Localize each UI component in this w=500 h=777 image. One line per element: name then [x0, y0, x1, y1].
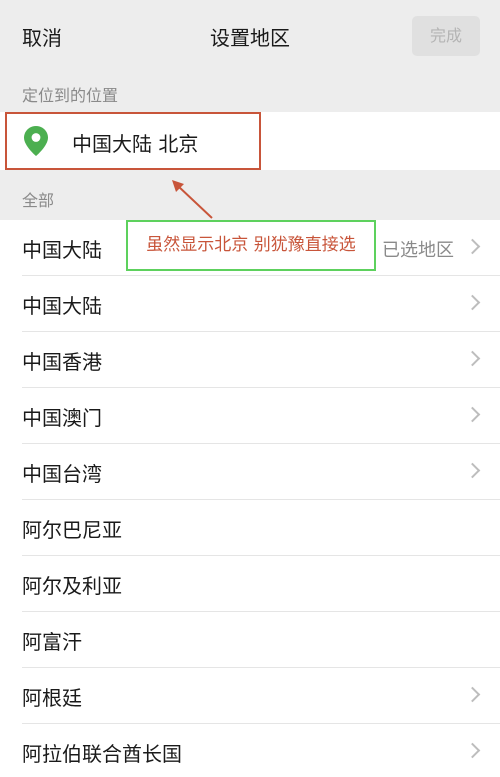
region-row[interactable]: 阿根廷	[0, 668, 500, 724]
region-row[interactable]: 中国大陆	[0, 276, 500, 332]
region-row[interactable]: 中国香港	[0, 332, 500, 388]
chevron-right-icon	[464, 462, 481, 479]
located-section-header: 定位到的位置	[0, 76, 500, 112]
region-name: 中国大陆	[22, 238, 102, 262]
region-name: 中国澳门	[22, 406, 102, 430]
region-name: 中国大陆	[22, 294, 102, 318]
region-name: 阿拉伯联合酋长国	[22, 742, 182, 766]
region-name: 阿富汗	[22, 630, 82, 654]
region-settings-screen: 取消 设置地区 完成 定位到的位置 中国大陆 北京 全部 中国大陆 已选地区 中国大…	[0, 0, 500, 777]
chevron-right-icon	[464, 686, 481, 703]
region-row[interactable]: 中国台湾	[0, 444, 500, 500]
selected-region-label: 已选地区	[382, 240, 454, 261]
region-row[interactable]: 阿尔及利亚	[0, 556, 500, 612]
chevron-right-icon	[464, 238, 481, 255]
region-name: 阿尔巴尼亚	[22, 518, 122, 542]
all-section-header: 全部	[0, 170, 500, 220]
region-row[interactable]: 阿尔巴尼亚	[0, 500, 500, 556]
navigation-bar: 取消 设置地区 完成	[0, 0, 500, 76]
done-button[interactable]: 完成	[412, 16, 480, 56]
region-row[interactable]: 中国澳门	[0, 388, 500, 444]
region-name: 中国香港	[22, 350, 102, 374]
region-row[interactable]: 阿富汗	[0, 612, 500, 668]
chevron-right-icon	[464, 406, 481, 423]
chevron-right-icon	[464, 350, 481, 367]
chevron-right-icon	[464, 742, 481, 759]
region-row[interactable]: 阿拉伯联合酋长国	[0, 724, 500, 777]
region-name: 阿根廷	[22, 686, 82, 710]
chevron-right-icon	[464, 294, 481, 311]
location-highlight-box	[5, 112, 261, 170]
annotation-note: 虽然显示北京 别犹豫直接选	[126, 220, 376, 271]
region-name: 阿尔及利亚	[22, 574, 122, 598]
region-name: 中国台湾	[22, 462, 102, 486]
